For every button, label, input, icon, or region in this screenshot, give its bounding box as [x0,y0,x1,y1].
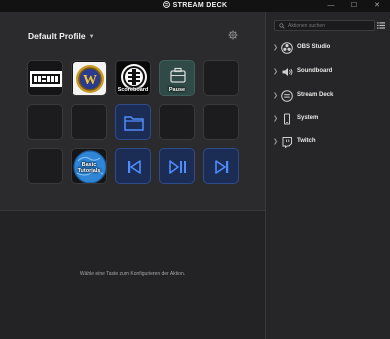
profile-name: Default Profile [28,31,86,41]
close-button[interactable]: ✕ [366,0,388,12]
title-bar: STREAM DECK — ☐ ✕ [0,0,390,12]
search-icon [279,23,285,29]
key-empty[interactable] [203,60,239,96]
key-play-pause[interactable] [159,148,195,184]
phone-icon [284,113,290,125]
category-label: System [297,115,319,121]
key-empty[interactable] [159,104,195,140]
chevron-right-icon: ❯ [273,69,279,75]
action-config-area: Wähle eine Taste zum Konfigurieren der A… [0,210,265,339]
key-empty[interactable] [27,148,63,184]
gear-icon[interactable] [228,30,238,40]
actions-panel: ❯ OBS Studio ❯ Soundboard ❯ Stream Deck … [265,12,390,339]
category-system[interactable]: ❯ System [266,111,390,127]
key-previous-track[interactable] [115,148,151,184]
list-view-icon[interactable] [377,22,385,29]
key-grid: W Scoreboard Pause Basic Tutorials [27,60,239,184]
category-label: Stream Deck [297,92,334,98]
folder-icon [124,116,144,131]
profile-canvas: Default Profile ▼ W Scoreboard Pause Bas… [0,12,265,210]
minimize-button[interactable]: — [320,0,342,12]
stream-deck-icon [281,90,293,102]
key-world-of-warcraft[interactable]: W [71,60,107,96]
config-hint: Wähle eine Taste zum Konfigurieren der A… [79,271,186,277]
key-pause[interactable]: Pause [159,60,195,96]
app-title-text: STREAM DECK [172,2,228,9]
chevron-right-icon: ❯ [273,116,279,122]
twitch-icon [282,137,292,148]
previous-track-icon [128,160,141,174]
key-empty[interactable] [203,104,239,140]
maximize-button[interactable]: ☐ [343,0,365,12]
search-box[interactable] [274,20,375,31]
chevron-right-icon: ❯ [273,93,279,99]
category-label: OBS Studio [297,44,331,50]
chevron-down-icon: ▼ [88,34,95,40]
key-next-track[interactable] [203,148,239,184]
world-of-warcraft-icon: W [73,62,106,95]
game-logo-icon [30,71,62,87]
category-twitch[interactable]: ❯ Twitch [266,134,390,150]
category-stream-deck[interactable]: ❯ Stream Deck [266,88,390,104]
chevron-right-icon: ❯ [273,45,279,51]
key-empty[interactable] [27,104,63,140]
category-label: Soundboard [297,68,333,74]
key-label-scoreboard: Scoreboard [117,87,149,93]
key-folder[interactable] [115,104,151,140]
obs-icon [281,42,293,54]
key-basic-tutorials[interactable]: Basic Tutorials [71,148,107,184]
next-track-icon [215,160,229,174]
svg-text:W: W [83,73,97,88]
search-input[interactable] [288,21,374,30]
key-game-logo[interactable] [27,60,63,96]
key-scoreboard[interactable]: Scoreboard [115,60,151,96]
profile-selector[interactable]: Default Profile ▼ [28,31,95,41]
speaker-icon [282,68,293,76]
chevron-right-icon: ❯ [273,139,279,145]
stream-deck-logo-icon [162,1,170,8]
play-pause-icon [169,160,186,174]
category-obs-studio[interactable]: ❯ OBS Studio [266,40,390,56]
key-label-basic-tutorials: Basic Tutorials [77,162,101,174]
key-label-pause: Pause [168,87,186,93]
category-soundboard[interactable]: ❯ Soundboard [266,64,390,80]
key-empty[interactable] [71,104,107,140]
category-label: Twitch [297,138,316,144]
